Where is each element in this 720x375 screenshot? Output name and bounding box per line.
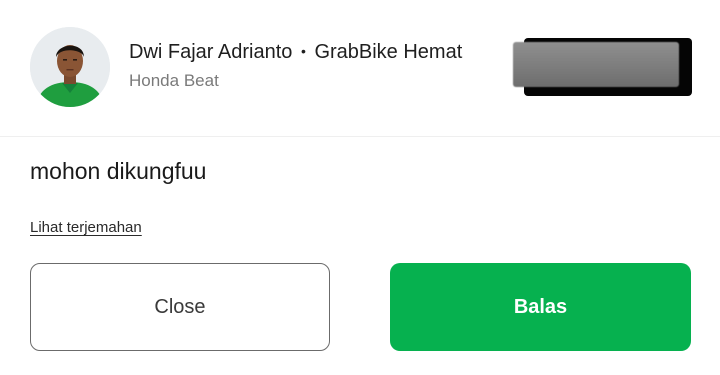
service-type: GrabBike Hemat xyxy=(314,41,463,63)
vehicle-model: Honda Beat xyxy=(129,71,219,90)
title-separator: • xyxy=(300,43,306,59)
message-text: mohon dikungfuu xyxy=(30,158,207,184)
reply-button[interactable]: Balas xyxy=(390,263,691,351)
driver-title: Dwi Fajar Adrianto • GrabBike Hemat xyxy=(129,41,462,64)
close-button[interactable]: Close xyxy=(30,263,330,351)
license-plate-redacted xyxy=(513,42,679,87)
driver-message-card: Dwi Fajar Adrianto • GrabBike Hemat Hond… xyxy=(0,0,720,375)
driver-name: Dwi Fajar Adrianto xyxy=(129,41,293,63)
see-translation-link[interactable]: Lihat terjemahan xyxy=(30,219,142,236)
driver-header: Dwi Fajar Adrianto • GrabBike Hemat Hond… xyxy=(0,0,720,137)
driver-photo-icon xyxy=(30,27,110,107)
driver-avatar xyxy=(30,27,110,107)
